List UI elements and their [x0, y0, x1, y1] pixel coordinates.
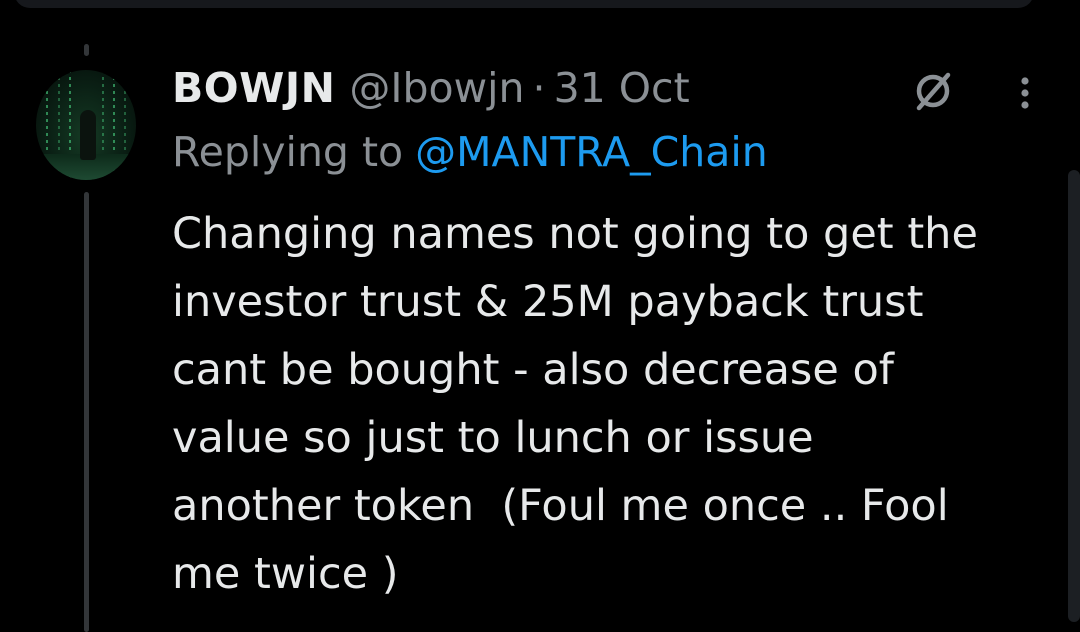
- tweet-text-line: investor trust & 25M payback trust: [172, 277, 924, 327]
- header-separator: ·: [532, 64, 546, 112]
- replying-to-label: Replying to: [172, 128, 404, 176]
- avatar[interactable]: [36, 70, 136, 180]
- mention-link[interactable]: @MANTRA_Chain: [415, 128, 768, 176]
- avatar-figure: [80, 110, 96, 160]
- replying-to-line: Replying to @MANTRA_Chain: [172, 128, 768, 176]
- author-display-name[interactable]: BOWJN: [172, 64, 335, 112]
- tweet-date[interactable]: 31 Oct: [554, 64, 690, 112]
- tweet-text-line: another token (Foul me once .. Fool: [172, 481, 949, 531]
- tweet-text: Changing names not going to get the inve…: [172, 200, 1052, 608]
- tweet-text-line: cant be bought - also decrease of: [172, 345, 894, 395]
- thread-connector-bottom: [84, 192, 89, 632]
- tweet-header: BOWJN @Ibowjn · 31 Oct: [172, 60, 690, 116]
- grok-icon[interactable]: [910, 68, 956, 114]
- thread-connector-top: [84, 44, 89, 56]
- scrollbar[interactable]: [1068, 170, 1080, 622]
- tweet-text-line: Changing names not going to get the: [172, 209, 978, 259]
- author-handle[interactable]: @Ibowjn: [349, 64, 524, 112]
- tweet-text-line: value so just to lunch or issue: [172, 413, 814, 463]
- previous-tweet-card[interactable]: [14, 0, 1034, 8]
- more-options-icon[interactable]: [1014, 70, 1036, 116]
- tweet-text-line: me twice ): [172, 549, 399, 599]
